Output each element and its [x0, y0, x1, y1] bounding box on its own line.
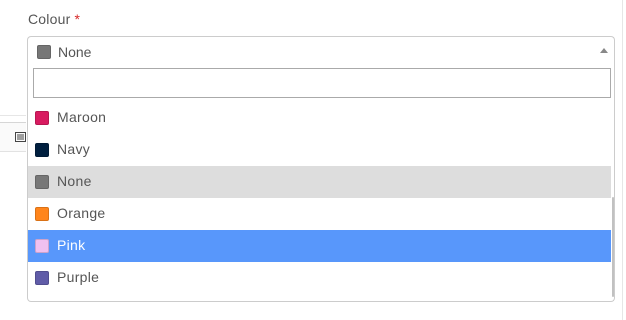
scrollbar-thumb[interactable]	[612, 197, 614, 297]
arrow-up-icon[interactable]	[600, 48, 608, 53]
option-label: Purple	[57, 269, 100, 285]
option-label: Pink	[57, 237, 86, 253]
colour-field-label: Colour *	[28, 11, 80, 27]
field-label-text: Colour	[28, 11, 71, 27]
color-swatch	[35, 143, 49, 157]
colour-dropdown: Maroon Navy None Orange Pink Purple	[27, 66, 615, 302]
option-orange[interactable]: Orange	[28, 198, 611, 230]
color-swatch	[35, 175, 49, 189]
selected-color-swatch	[37, 45, 51, 59]
color-swatch	[35, 207, 49, 221]
dropdown-search-input[interactable]	[33, 68, 611, 98]
options-list: Maroon Navy None Orange Pink Purple	[28, 102, 611, 301]
color-swatch	[35, 239, 49, 253]
option-label: Navy	[57, 141, 91, 157]
option-none[interactable]: None	[28, 166, 611, 198]
option-maroon[interactable]: Maroon	[28, 102, 611, 134]
option-navy[interactable]: Navy	[28, 134, 611, 166]
colour-select[interactable]: None	[27, 36, 615, 66]
required-mark: *	[74, 11, 81, 27]
background-divider	[0, 115, 26, 116]
background-toolbar	[0, 122, 26, 152]
selected-value: None	[58, 44, 92, 60]
dropdown-scrollbar[interactable]	[611, 102, 614, 301]
color-swatch	[35, 111, 49, 125]
option-label: Maroon	[57, 109, 107, 125]
option-label: None	[57, 173, 92, 189]
option-purple[interactable]: Purple	[28, 262, 611, 294]
option-label: Orange	[57, 205, 106, 221]
background-right-divider	[622, 0, 623, 320]
color-swatch	[35, 271, 49, 285]
option-pink[interactable]: Pink	[28, 230, 611, 262]
list-icon[interactable]	[15, 132, 26, 142]
